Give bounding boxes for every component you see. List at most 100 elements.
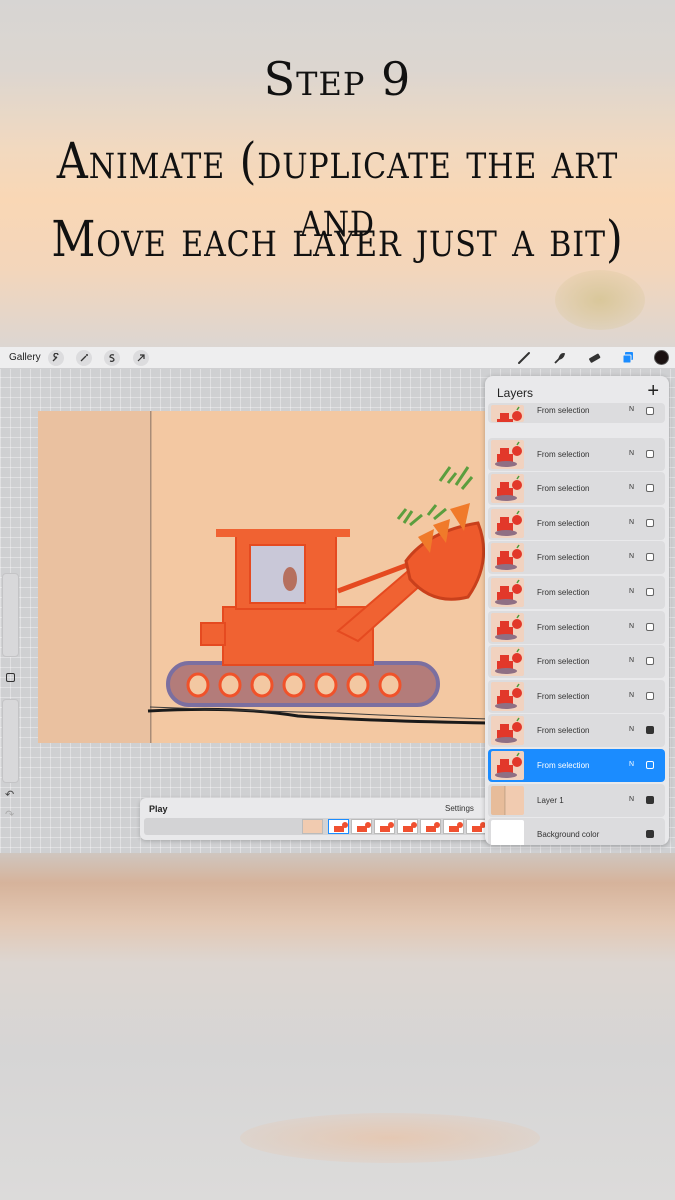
- modify-button[interactable]: [6, 673, 15, 682]
- layer-name: From selection: [537, 726, 590, 736]
- layer-row[interactable]: From selection N: [488, 506, 665, 540]
- layer-name: From selection: [537, 761, 590, 770]
- layer-thumbnail: [491, 543, 524, 573]
- layer-name: From selection: [537, 449, 590, 459]
- layer-thumbnail: [491, 578, 524, 607]
- layer-visibility-checkbox[interactable]: [646, 518, 654, 527]
- layer-name: From selection: [537, 553, 590, 563]
- timeline-frame[interactable]: [302, 819, 323, 834]
- layer-name: From selection: [537, 484, 590, 494]
- layer-thumbnail: [491, 681, 524, 711]
- layer-visibility-checkbox[interactable]: [646, 657, 654, 666]
- blend-mode-button[interactable]: N: [629, 450, 634, 457]
- step-banner: Step 9 Animate (duplicate the art and Mo…: [0, 0, 675, 348]
- layer-row[interactable]: Background color: [488, 818, 665, 845]
- layer-row[interactable]: From selection N: [488, 714, 665, 748]
- blurred-background: [0, 853, 675, 1200]
- smudge-icon[interactable]: [550, 349, 568, 367]
- drawing-canvas[interactable]: [38, 411, 488, 743]
- excavator-drawing: [38, 411, 488, 743]
- layer-name: From selection: [537, 657, 590, 667]
- layer-row[interactable]: From selection N: [488, 437, 665, 471]
- layer-thumbnail: [491, 647, 524, 677]
- add-layer-button[interactable]: +: [647, 380, 659, 403]
- blend-mode-button[interactable]: N: [629, 623, 634, 630]
- blend-mode-button[interactable]: N: [629, 796, 634, 803]
- layer-thumbnail: [491, 474, 524, 504]
- timeline-frame[interactable]: [328, 819, 349, 834]
- layer-thumbnail: [491, 405, 524, 422]
- layer-row[interactable]: From selection N: [488, 679, 665, 713]
- timeline-frame[interactable]: [420, 819, 441, 834]
- layer-thumbnail: [491, 716, 524, 746]
- blend-mode-button[interactable]: N: [629, 406, 634, 413]
- timeline-frame[interactable]: [397, 819, 418, 834]
- blend-mode-button[interactable]: N: [629, 726, 634, 733]
- timeline-frame[interactable]: [351, 819, 372, 834]
- layers-panel-title: Layers: [497, 386, 534, 400]
- layer-visibility-checkbox[interactable]: [646, 588, 654, 596]
- blend-mode-button[interactable]: N: [629, 692, 634, 699]
- step-title: Step 9: [263, 52, 412, 106]
- layer-name: Background color: [537, 830, 600, 840]
- play-button[interactable]: Play: [149, 804, 168, 814]
- layer-row[interactable]: From selection N: [488, 645, 665, 679]
- layer-visibility-checkbox[interactable]: [646, 553, 654, 562]
- blend-mode-button[interactable]: N: [629, 519, 634, 526]
- top-toolbar: Gallery: [0, 347, 675, 369]
- layer-visibility-checkbox[interactable]: [646, 761, 654, 769]
- layer-thumbnail: [491, 820, 524, 845]
- layer-name: From selection: [537, 588, 590, 597]
- layer-row[interactable]: Layer 1 N: [488, 783, 665, 817]
- layer-row[interactable]: From selection N: [488, 610, 665, 644]
- layer-visibility-checkbox[interactable]: [646, 449, 654, 458]
- selection-s-icon[interactable]: [104, 350, 120, 366]
- layer-visibility-checkbox[interactable]: [646, 726, 654, 735]
- layer-visibility-checkbox[interactable]: [646, 622, 654, 631]
- layer-visibility-checkbox[interactable]: [646, 484, 654, 493]
- gallery-button[interactable]: Gallery: [9, 352, 41, 363]
- frame-strip[interactable]: [144, 818, 490, 835]
- layer-name: From selection: [537, 518, 590, 528]
- layer-row[interactable]: From selection N: [488, 472, 665, 506]
- color-picker-swatch[interactable]: [654, 350, 669, 365]
- blend-mode-button[interactable]: N: [629, 657, 634, 664]
- layer-name: From selection: [537, 691, 590, 701]
- blend-mode-button[interactable]: N: [629, 761, 634, 768]
- timeline-frame[interactable]: [466, 819, 487, 834]
- opacity-slider[interactable]: [2, 699, 19, 783]
- layer-row[interactable]: From selection N: [488, 403, 665, 423]
- layer-name: Layer 1: [537, 795, 564, 805]
- timeline-frame[interactable]: [443, 819, 464, 834]
- layer-visibility-checkbox[interactable]: [646, 795, 654, 804]
- timeline-settings-button[interactable]: Settings: [445, 804, 474, 813]
- layer-row[interactable]: From selection N: [488, 541, 665, 575]
- eraser-icon[interactable]: [585, 349, 603, 367]
- layer-row[interactable]: From selection N: [488, 749, 665, 782]
- blend-mode-button[interactable]: N: [629, 484, 634, 491]
- redo-icon[interactable]: ↷: [5, 808, 14, 821]
- animation-timeline: Play Settings: [140, 798, 490, 840]
- procreate-app: Gallery ↶ ↷ Play Settings Layers + From …: [0, 347, 675, 853]
- magic-wand-icon[interactable]: [76, 350, 92, 366]
- layer-name: From selection: [537, 622, 590, 632]
- layer-thumbnail: [491, 508, 524, 538]
- layer-thumbnail: [491, 751, 524, 780]
- blend-mode-button[interactable]: N: [629, 588, 634, 595]
- brush-icon[interactable]: [515, 349, 533, 367]
- undo-icon[interactable]: ↶: [5, 788, 14, 801]
- timeline-frame[interactable]: [374, 819, 395, 834]
- step-instruction-line-2: Move each layer just a bit): [51, 210, 624, 268]
- blend-mode-button[interactable]: N: [629, 553, 634, 560]
- wrench-icon[interactable]: [48, 350, 64, 366]
- layer-thumbnail: [491, 612, 524, 642]
- layer-row[interactable]: From selection N: [488, 576, 665, 609]
- transform-arrow-icon[interactable]: [133, 350, 149, 366]
- layer-visibility-checkbox[interactable]: [646, 830, 654, 839]
- layer-name: From selection: [537, 406, 590, 415]
- blurred-plant: [555, 270, 645, 330]
- layers-icon[interactable]: [619, 349, 637, 367]
- brush-size-slider[interactable]: [2, 573, 19, 657]
- layer-visibility-checkbox[interactable]: [646, 407, 654, 415]
- layer-visibility-checkbox[interactable]: [646, 691, 654, 700]
